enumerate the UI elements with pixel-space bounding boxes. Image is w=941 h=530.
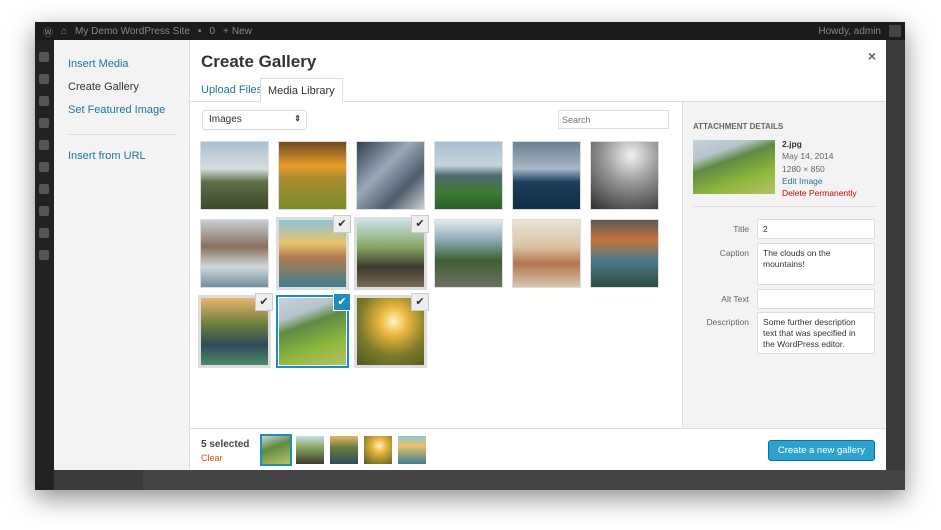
dashboard-icon[interactable] (39, 52, 49, 62)
caption-field[interactable]: The clouds on the mountains! (757, 243, 875, 285)
plugins-icon[interactable] (39, 184, 49, 194)
description-field[interactable]: Some further description text that was s… (757, 312, 875, 354)
check-icon[interactable]: ✔ (333, 293, 351, 311)
check-icon[interactable]: ✔ (411, 293, 429, 311)
search-input[interactable] (558, 110, 669, 129)
selected-thumbnail[interactable] (296, 436, 324, 464)
selected-thumbnail[interactable] (398, 436, 426, 464)
wordpress-logo-icon[interactable]: Ⓦ (43, 24, 53, 39)
attachment-thumbnail[interactable]: ✔ (279, 215, 351, 287)
attachment-thumbnail[interactable] (201, 220, 268, 287)
menu-create-gallery[interactable]: Create Gallery (54, 80, 189, 103)
comments-icon[interactable] (39, 140, 49, 150)
upload-date: May 14, 2014 (782, 151, 834, 162)
attachment-thumbnail[interactable] (513, 220, 580, 287)
media-filter-select[interactable]: Images ⇕ (202, 110, 307, 130)
backdrop (143, 470, 905, 490)
edit-image-link[interactable]: Edit Image (782, 175, 857, 187)
selected-thumbnail[interactable] (364, 436, 392, 464)
details-meta: 2.jpg May 14, 2014 1280 × 850 Edit Image… (782, 138, 857, 199)
attachment-thumbnail[interactable] (591, 220, 658, 287)
check-icon[interactable]: ✔ (255, 293, 273, 311)
filter-value: Images (209, 114, 242, 125)
admin-sidebar (35, 40, 54, 490)
media-toolbar-footer: 5 selected Clear Create a new gallery (190, 428, 886, 470)
title-field[interactable]: 2 (757, 219, 875, 239)
pages-icon[interactable] (39, 118, 49, 128)
media-icon[interactable] (39, 96, 49, 106)
attachment-details: ATTACHMENT DETAILS 2.jpg May 14, 2014 12… (682, 102, 886, 428)
attachment-thumbnail[interactable] (435, 220, 502, 287)
menu-insert-from-url[interactable]: Insert from URL (54, 149, 189, 172)
alt-text-field[interactable] (757, 289, 875, 309)
settings-icon[interactable] (39, 250, 49, 260)
details-heading: ATTACHMENT DETAILS (693, 122, 784, 131)
new-link[interactable]: New (232, 26, 252, 37)
attachment-thumbnail[interactable]: ✔ (279, 293, 351, 365)
attachment-thumbnail[interactable] (435, 142, 502, 209)
check-icon[interactable]: ✔ (333, 215, 351, 233)
attachment-thumbnail[interactable] (513, 142, 580, 209)
menu-insert-media[interactable]: Insert Media (54, 57, 189, 80)
menu-separator (68, 134, 175, 135)
check-icon[interactable]: ✔ (411, 215, 429, 233)
dimensions: 1280 × 850 (782, 163, 825, 174)
selected-thumbnail[interactable] (330, 436, 358, 464)
caption-label: Caption (719, 248, 749, 258)
attachment-thumbnail[interactable] (591, 142, 658, 209)
howdy-link[interactable]: Howdy, admin (818, 26, 881, 37)
selected-thumbnail[interactable] (262, 436, 290, 464)
close-icon[interactable]: × (868, 48, 876, 64)
delete-permanently-link[interactable]: Delete Permanently (782, 187, 857, 199)
attachment-thumbnail[interactable]: ✔ (357, 293, 429, 365)
appearance-icon[interactable] (39, 162, 49, 172)
attachment-thumbnail[interactable]: ✔ (357, 215, 429, 287)
tools-icon[interactable] (39, 228, 49, 238)
media-modal: Insert Media Create Gallery Set Featured… (54, 40, 886, 470)
admin-bar: Ⓦ ⌂ My Demo WordPress Site ▪ 0 + New How… (35, 22, 905, 40)
attachment-thumbnail[interactable]: ✔ (201, 293, 273, 365)
menu-set-featured-image[interactable]: Set Featured Image (54, 103, 189, 126)
plus-icon: + (223, 25, 229, 37)
modal-title: Create Gallery (201, 52, 317, 71)
users-icon[interactable] (39, 206, 49, 216)
clear-selection-link[interactable]: Clear (201, 453, 223, 463)
create-gallery-button[interactable]: Create a new gallery (767, 440, 875, 461)
tab-media-library[interactable]: Media Library (260, 78, 343, 103)
attachment-thumbnail[interactable] (279, 142, 346, 209)
comment-icon[interactable]: ▪ (198, 26, 202, 37)
title-label: Title (733, 224, 749, 234)
alt-text-label: Alt Text (721, 294, 749, 304)
details-separator (693, 206, 876, 207)
details-thumbnail (693, 140, 775, 194)
tab-bar: Upload Files Media Library (190, 78, 886, 103)
comment-count[interactable]: 0 (209, 26, 215, 37)
description-label: Description (706, 317, 749, 327)
site-name-link[interactable]: My Demo WordPress Site (75, 26, 190, 37)
select-arrows-icon: ⇕ (294, 114, 301, 123)
pin-icon[interactable] (39, 74, 49, 84)
attachment-thumbnail[interactable] (201, 142, 268, 209)
attachment-thumbnail[interactable] (357, 142, 424, 209)
media-menu: Insert Media Create Gallery Set Featured… (54, 40, 190, 470)
filename: 2.jpg (782, 139, 802, 149)
home-icon: ⌂ (61, 25, 68, 37)
selection-count: 5 selected (201, 439, 250, 450)
tab-upload-files[interactable]: Upload Files (201, 84, 262, 96)
avatar[interactable] (889, 25, 901, 37)
